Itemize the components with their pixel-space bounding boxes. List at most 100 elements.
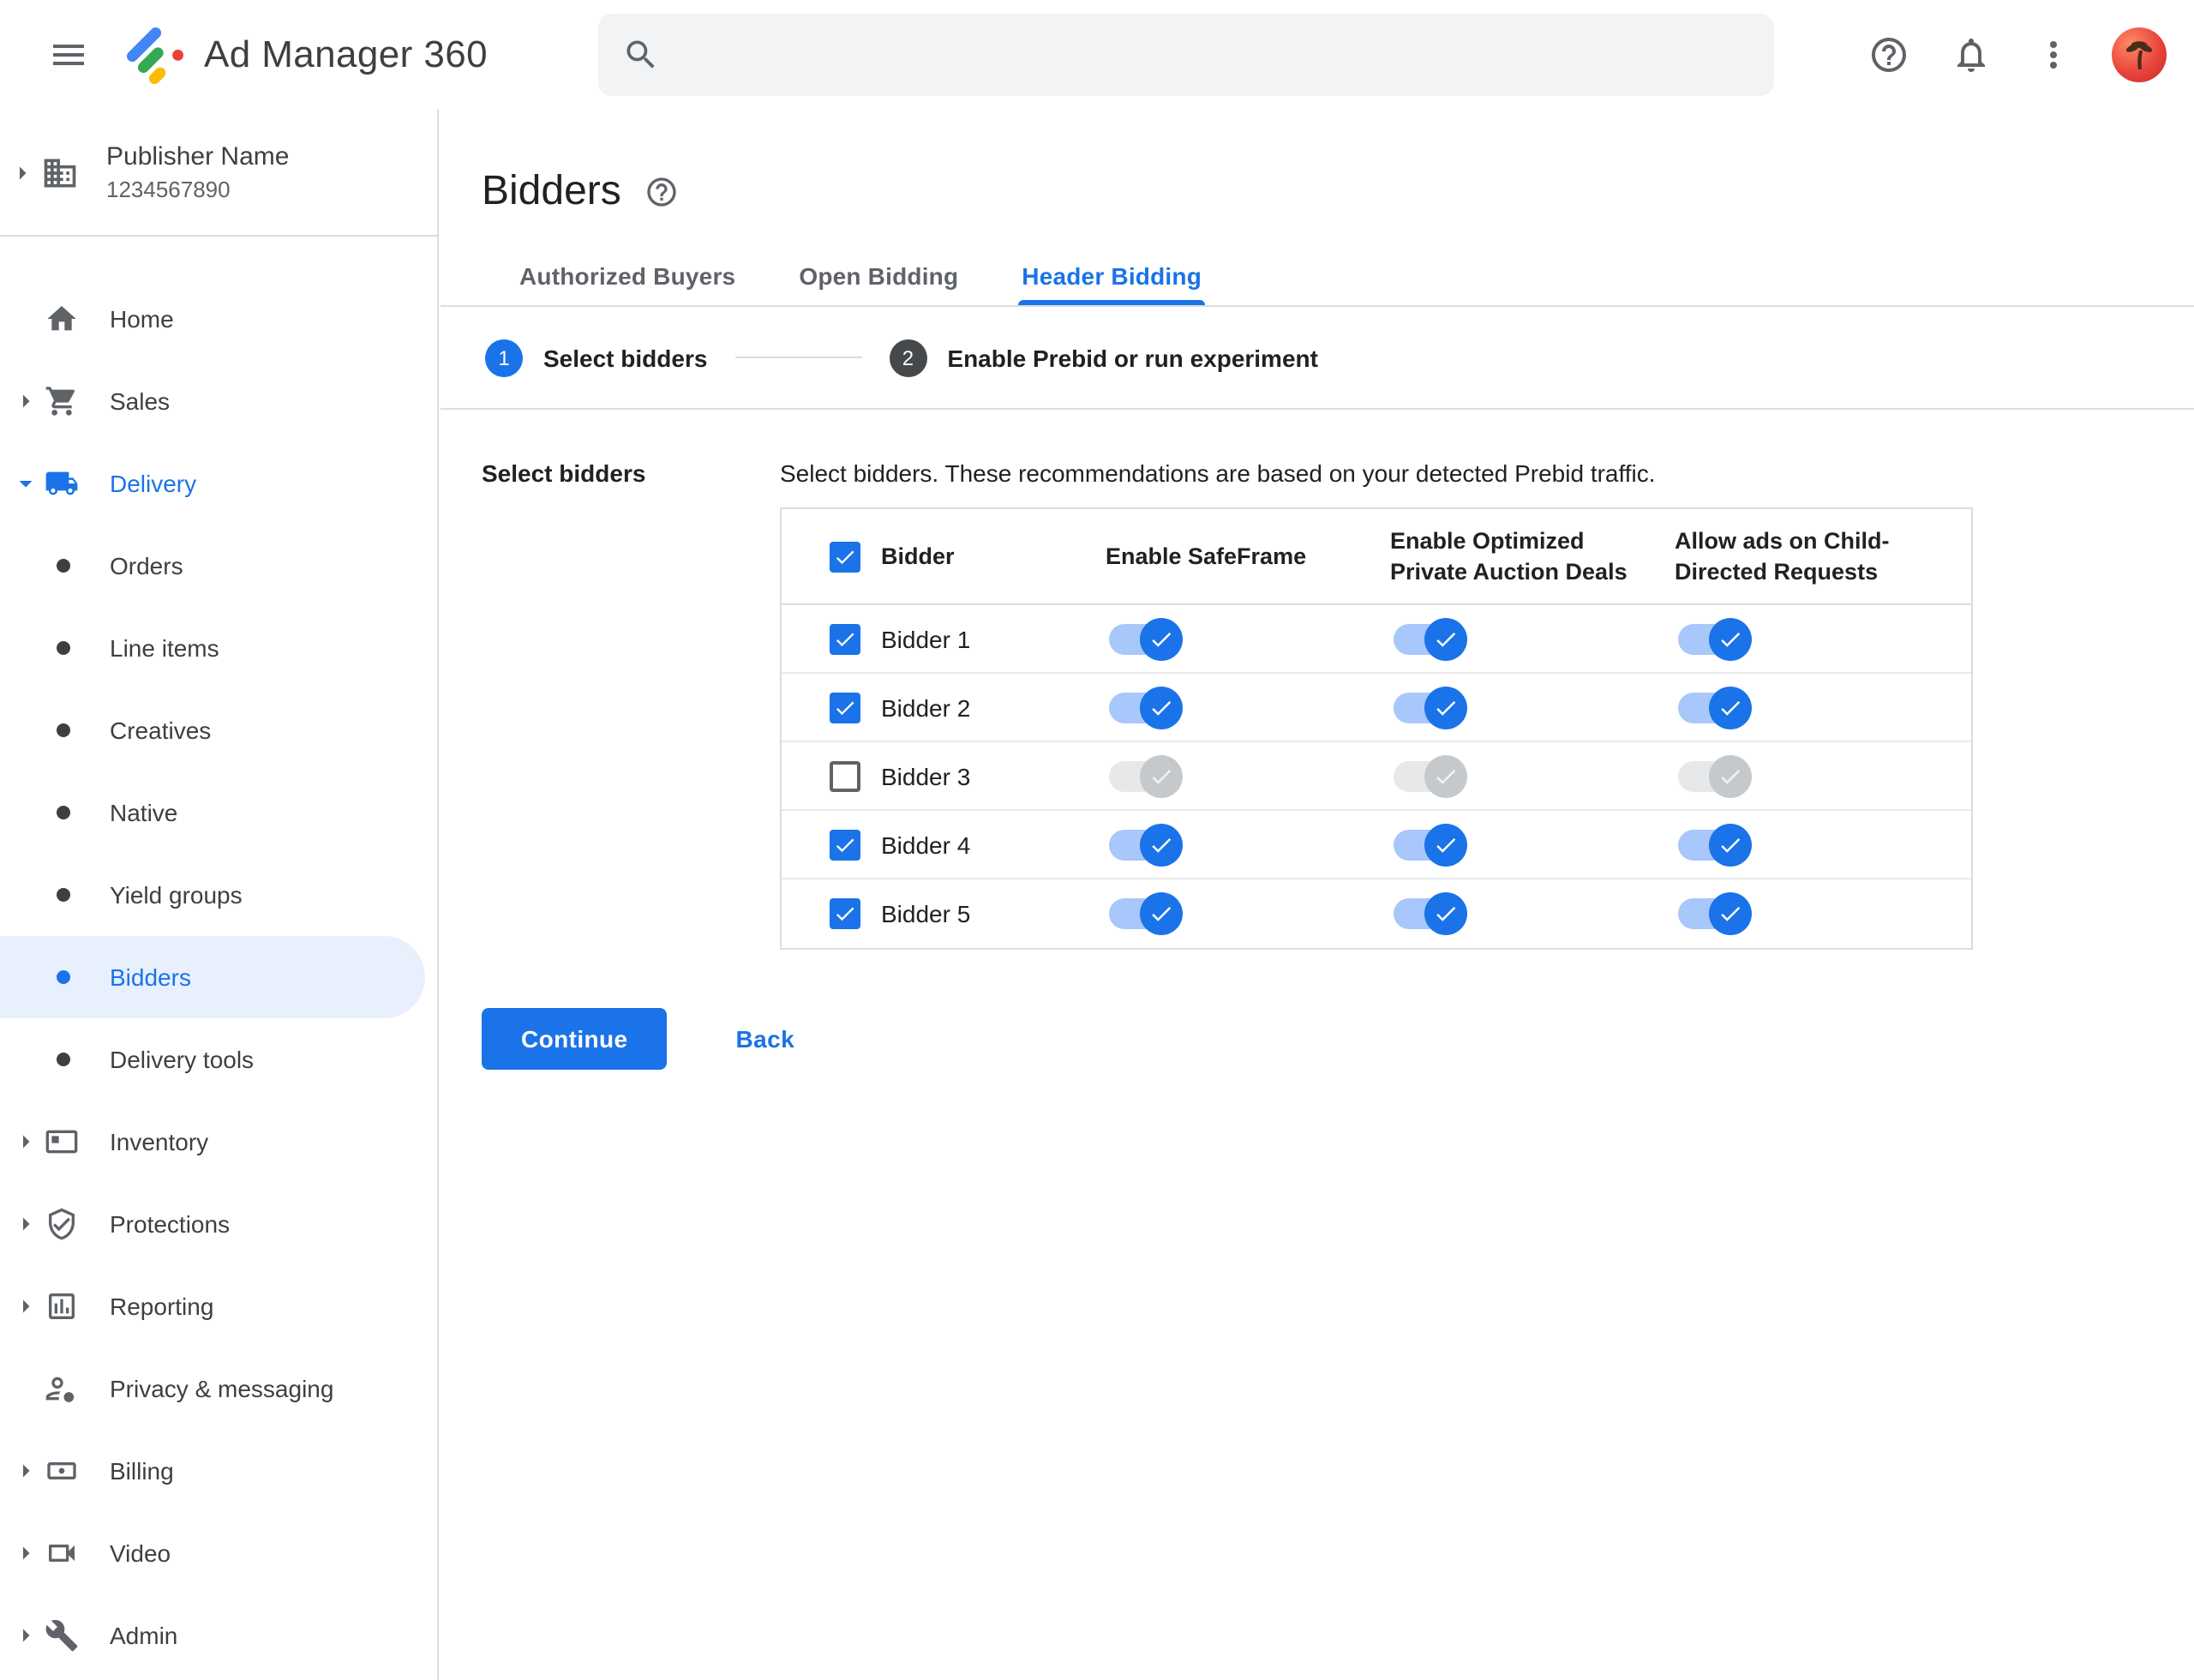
caret-right-icon[interactable]: [10, 1291, 41, 1322]
sidebar-item-inventory[interactable]: Inventory: [0, 1101, 437, 1183]
optimized-deals-toggle[interactable]: [1394, 892, 1467, 935]
continue-button[interactable]: Continue: [482, 1008, 668, 1070]
search-input[interactable]: [680, 14, 1750, 96]
sidebar-item-label: Protections: [110, 1210, 231, 1238]
sidebar-item-label: Home: [110, 305, 174, 333]
sidebar-item-home[interactable]: Home: [0, 278, 437, 360]
sidebar-item-privacy-messaging[interactable]: Privacy & messaging: [0, 1347, 437, 1430]
bidder-checkbox[interactable]: [830, 623, 860, 654]
publisher-switcher[interactable]: Publisher Name 1234567890: [0, 110, 437, 235]
safeframe-toggle[interactable]: [1109, 686, 1183, 729]
caret-right-icon[interactable]: [10, 1455, 41, 1486]
user-avatar[interactable]: [2112, 27, 2167, 82]
sidebar-item-video[interactable]: Video: [0, 1512, 437, 1594]
step-1-label: Select bidders: [543, 344, 708, 371]
toggle-thumb: [1709, 617, 1752, 660]
toggle-thumb: [1424, 686, 1467, 729]
sidebar-item-bidders[interactable]: Bidders: [0, 936, 425, 1018]
sidebar-item-sales[interactable]: Sales: [0, 360, 437, 442]
toggle-cell: [1390, 892, 1675, 935]
sidebar-item-yield-groups[interactable]: Yield groups: [0, 854, 437, 936]
check-icon: [1433, 763, 1459, 789]
toggle-cell: [1675, 754, 1975, 797]
back-link[interactable]: Back: [736, 1025, 795, 1053]
cart-icon: [45, 384, 79, 418]
sidebar-item-label: Yield groups: [110, 881, 243, 909]
safeframe-toggle[interactable]: [1109, 754, 1183, 797]
select-bidders-section: Select bidders Select bidders. These rec…: [482, 444, 2153, 950]
video-icon: [45, 1536, 79, 1570]
bidder-name: Bidder 2: [881, 693, 971, 721]
column-header-optimized-deals: Enable Optimized Private Auction Deals: [1390, 527, 1628, 584]
sidebar-item-billing[interactable]: Billing: [0, 1430, 437, 1512]
caret-right-icon[interactable]: [10, 1126, 41, 1157]
tab-open-bidding[interactable]: Open Bidding: [795, 252, 962, 305]
bidder-name: Bidder 1: [881, 625, 971, 652]
bidder-row: Bidder 5: [782, 879, 1971, 948]
page-help-icon[interactable]: [645, 175, 680, 209]
publisher-info: Publisher Name 1234567890: [106, 142, 289, 202]
sidebar-item-reporting[interactable]: Reporting: [0, 1265, 437, 1347]
toggle-thumb: [1709, 892, 1752, 935]
sidebar-item-label: Video: [110, 1539, 171, 1567]
check-icon: [833, 544, 857, 568]
bidder-checkbox[interactable]: [830, 829, 860, 860]
more-vert-icon: [2033, 34, 2074, 75]
caret-right-icon[interactable]: [10, 386, 41, 417]
bell-icon: [1951, 34, 1992, 75]
child-directed-toggle[interactable]: [1678, 617, 1752, 660]
help-button[interactable]: [1855, 21, 1923, 89]
child-directed-toggle[interactable]: [1678, 892, 1752, 935]
sidebar-item-protections[interactable]: Protections: [0, 1183, 437, 1265]
safeframe-toggle[interactable]: [1109, 823, 1183, 866]
safeframe-toggle[interactable]: [1109, 617, 1183, 660]
optimized-deals-toggle[interactable]: [1394, 823, 1467, 866]
menu-icon: [48, 34, 89, 75]
more-options-button[interactable]: [2019, 21, 2088, 89]
bidder-checkbox[interactable]: [830, 760, 860, 791]
main-menu-button[interactable]: [34, 21, 103, 89]
check-icon: [1148, 694, 1174, 720]
sidebar-item-creatives[interactable]: Creatives: [0, 689, 437, 771]
bidder-checkbox[interactable]: [830, 898, 860, 929]
tab-authorized-buyers[interactable]: Authorized Buyers: [516, 252, 739, 305]
caret-down-icon[interactable]: [10, 468, 41, 499]
safeframe-toggle[interactable]: [1109, 892, 1183, 935]
caret-right-icon[interactable]: [10, 1209, 41, 1239]
page-header: Bidders: [441, 110, 2194, 219]
help-icon: [1868, 34, 1909, 75]
caret-right-icon[interactable]: [10, 1538, 41, 1569]
sidebar-item-native[interactable]: Native: [0, 771, 437, 854]
search-bar[interactable]: [598, 14, 1774, 96]
checkbox-cell: [782, 760, 881, 791]
action-buttons: Continue Back: [482, 1008, 2153, 1070]
bidder-checkbox[interactable]: [830, 692, 860, 723]
notifications-button[interactable]: [1937, 21, 2005, 89]
sidebar-item-label: Admin: [110, 1622, 178, 1649]
truck-icon: [45, 466, 79, 501]
check-icon: [1148, 901, 1174, 927]
toggle-thumb: [1140, 617, 1183, 660]
table-body: Bidder 1 Bidder 2 Bidder 3 Bidder 4 Bidder 5: [782, 605, 1971, 948]
sidebar-item-orders[interactable]: Orders: [0, 525, 437, 607]
sidebar: Publisher Name 1234567890 Home Sales Deliv…: [0, 110, 439, 1680]
report-icon: [45, 1289, 79, 1323]
sidebar-item-line-items[interactable]: Line items: [0, 607, 437, 689]
tab-header-bidding[interactable]: Header Bidding: [1018, 252, 1205, 305]
topbar: Ad Manager 360: [0, 0, 2194, 110]
optimized-deals-toggle[interactable]: [1394, 617, 1467, 660]
sidebar-item-admin[interactable]: Admin: [0, 1594, 437, 1677]
toggle-thumb: [1140, 686, 1183, 729]
child-directed-toggle[interactable]: [1678, 823, 1752, 866]
optimized-deals-toggle[interactable]: [1394, 686, 1467, 729]
optimized-deals-toggle[interactable]: [1394, 754, 1467, 797]
check-icon: [833, 695, 857, 719]
sidebar-item-delivery[interactable]: Delivery: [0, 442, 437, 525]
child-directed-toggle[interactable]: [1678, 754, 1752, 797]
sidebar-item-delivery-tools[interactable]: Delivery tools: [0, 1018, 437, 1101]
child-directed-toggle[interactable]: [1678, 686, 1752, 729]
select-all-checkbox[interactable]: [830, 541, 860, 572]
checkbox-cell: [782, 692, 881, 723]
caret-right-icon[interactable]: [10, 1620, 41, 1651]
toggle-thumb: [1140, 892, 1183, 935]
